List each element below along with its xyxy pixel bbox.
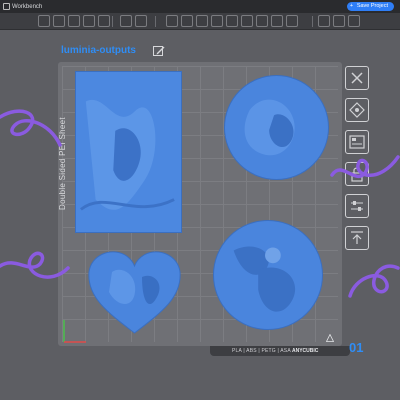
measure-icon[interactable] bbox=[256, 15, 268, 27]
decorative-squiggle bbox=[330, 155, 400, 179]
layers-icon[interactable] bbox=[68, 15, 80, 27]
mirror-icon[interactable] bbox=[181, 15, 193, 27]
brand-logo: ANYCUBIC bbox=[292, 348, 319, 354]
app-icon bbox=[3, 3, 10, 10]
relief-texture bbox=[233, 246, 296, 312]
adjust-button[interactable] bbox=[345, 194, 369, 218]
slice-icon bbox=[349, 102, 365, 118]
toolbar bbox=[0, 13, 400, 30]
decorative-squiggle bbox=[0, 109, 62, 147]
upload-button[interactable] bbox=[345, 226, 369, 250]
toolbar-left-group bbox=[38, 15, 110, 28]
model-rectangle-photo[interactable] bbox=[75, 71, 182, 233]
toolbar-divider bbox=[312, 16, 313, 27]
save-project-button[interactable]: + Save Project bbox=[346, 2, 394, 11]
toolbar-divider bbox=[155, 16, 156, 27]
hollow-icon[interactable] bbox=[226, 15, 238, 27]
support-icon[interactable] bbox=[211, 15, 223, 27]
toolbar-divider bbox=[112, 16, 113, 27]
axis-icon bbox=[63, 320, 86, 343]
drill-icon[interactable] bbox=[241, 15, 253, 27]
plate-number: 01 bbox=[349, 340, 364, 355]
close-button[interactable] bbox=[345, 66, 369, 90]
relief-texture bbox=[79, 99, 175, 211]
edit-icon[interactable] bbox=[153, 45, 165, 57]
view-icon[interactable] bbox=[318, 15, 330, 27]
slice-button[interactable] bbox=[345, 98, 369, 122]
model-heart-photo[interactable] bbox=[87, 247, 182, 335]
grid-icon[interactable] bbox=[53, 15, 65, 27]
settings-icon[interactable] bbox=[333, 15, 345, 27]
scale-icon[interactable] bbox=[166, 15, 178, 27]
warning-icon bbox=[326, 334, 334, 342]
arrange-icon[interactable] bbox=[286, 15, 298, 27]
toolbar-tools-group bbox=[166, 15, 298, 28]
plus-icon: + bbox=[349, 3, 354, 9]
toolbar-mid-group bbox=[120, 15, 147, 28]
toolbar-right-group bbox=[318, 15, 360, 28]
relief-texture bbox=[244, 99, 295, 156]
model-circle-photo[interactable] bbox=[224, 75, 329, 180]
app-title: Workbench bbox=[12, 3, 43, 10]
adjust-icon bbox=[351, 201, 363, 211]
box-icon[interactable] bbox=[83, 15, 95, 27]
export-icon[interactable] bbox=[348, 15, 360, 27]
upload-icon bbox=[351, 231, 363, 244]
cube-icon[interactable] bbox=[38, 15, 50, 27]
model-round-photo[interactable] bbox=[213, 220, 323, 330]
move-icon[interactable] bbox=[120, 15, 132, 27]
cut-icon[interactable] bbox=[196, 15, 208, 27]
save-project-label: Save Project bbox=[356, 3, 388, 9]
project-name[interactable]: luminia-outputs bbox=[61, 45, 136, 56]
folder-icon[interactable] bbox=[98, 15, 110, 27]
decorative-squiggle bbox=[0, 251, 70, 279]
title-bar: Workbench + Save Project bbox=[0, 0, 400, 13]
close-icon bbox=[351, 72, 363, 84]
plate-materials: PLA | ABS | PETG | ASA bbox=[232, 348, 291, 354]
decorative-squiggle bbox=[348, 264, 400, 298]
rotate-icon[interactable] bbox=[135, 15, 147, 27]
text-icon[interactable] bbox=[271, 15, 283, 27]
